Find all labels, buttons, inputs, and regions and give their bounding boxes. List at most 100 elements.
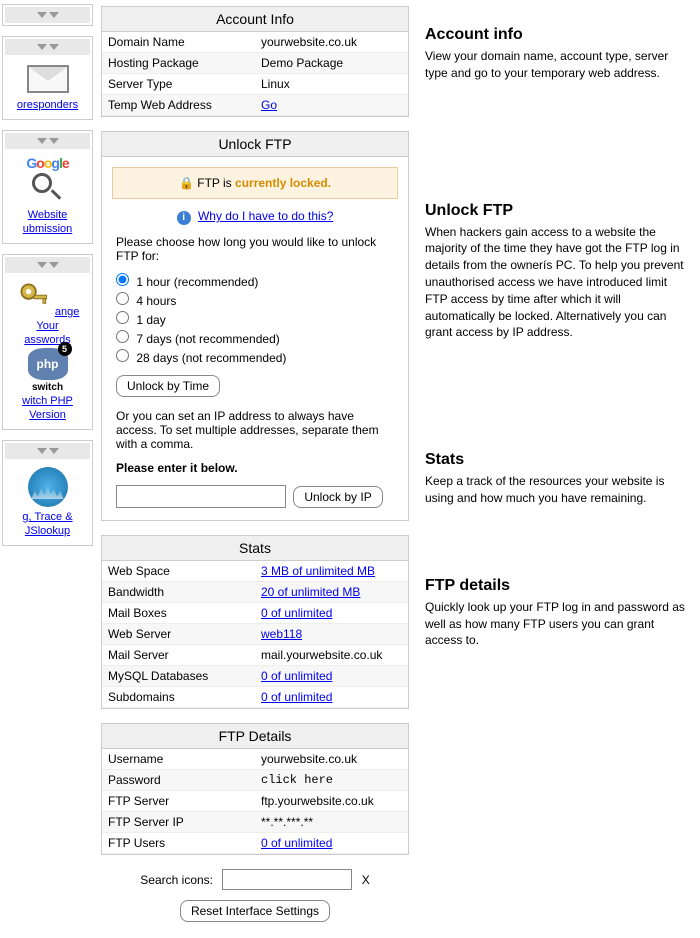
value-link[interactable]: 3 MB of unlimited MB <box>261 564 375 578</box>
ftp-why-row: i Why do I have to do this? <box>102 209 408 225</box>
ip-input[interactable] <box>116 485 286 508</box>
annotation-title: Stats <box>425 451 685 469</box>
value-link[interactable]: 0 of unlimited <box>261 836 332 850</box>
annotations-column: Account info View your domain name, acco… <box>415 0 695 938</box>
sidebar-block: g, Trace &JSlookup <box>2 440 93 546</box>
table-row: MySQL Databases0 of unlimited <box>102 666 408 687</box>
account-info-table: Domain Nameyourwebsite.co.ukHosting Pack… <box>102 32 408 116</box>
duration-option[interactable]: 4 hours <box>116 292 394 308</box>
table-row: Hosting PackageDemo Package <box>102 53 408 74</box>
info-icon: i <box>177 211 191 225</box>
table-row: Web Server web118 <box>102 624 408 645</box>
value-link[interactable]: web118 <box>261 627 302 641</box>
row-value: web118 <box>255 624 408 645</box>
value-link[interactable]: Go <box>261 98 277 112</box>
panel-header: Unlock FTP <box>102 132 408 157</box>
sidebar-link-trace[interactable]: g, Trace &JSlookup <box>22 511 72 537</box>
row-label: Username <box>102 749 255 770</box>
why-link[interactable]: Why do I have to do this? <box>198 209 333 223</box>
ftp-locked-notice: 🔒 FTP is currently locked. <box>112 167 398 199</box>
row-label: FTP Users <box>102 833 255 854</box>
collapse-handle[interactable] <box>5 443 90 459</box>
row-value: ftp.yourwebsite.co.uk <box>255 791 408 812</box>
row-value: mail.yourwebsite.co.uk <box>255 645 408 666</box>
lock-icon: 🔒 <box>179 176 194 190</box>
value-link[interactable]: 0 of unlimited <box>261 690 332 704</box>
row-label: FTP Server IP <box>102 812 255 833</box>
annotation-account: Account info View your domain name, acco… <box>425 26 685 82</box>
annotation-ftp: Unlock FTP When hackers gain access to a… <box>425 202 685 342</box>
row-label: Web Space <box>102 561 255 582</box>
panel-header: Stats <box>102 536 408 561</box>
reset-interface-button[interactable]: Reset Interface Settings <box>180 900 330 922</box>
annotation-body: Quickly look up your FTP log in and pass… <box>425 599 685 649</box>
table-row: Web Space 3 MB of unlimited MB <box>102 561 408 582</box>
table-row: Subdomains0 of unlimited <box>102 687 408 708</box>
chevron-down-icon <box>49 12 59 18</box>
collapse-handle[interactable] <box>5 7 90 23</box>
duration-option[interactable]: 1 day <box>116 311 394 327</box>
search-label: Search icons: <box>140 873 213 887</box>
row-value: yourwebsite.co.uk <box>255 749 408 770</box>
ftp-details-panel: FTP Details Usernameyourwebsite.co.ukPas… <box>101 723 409 855</box>
sidebar-block: oresponders <box>2 36 93 120</box>
switch-label: switch <box>7 382 88 393</box>
search-icons-input[interactable] <box>222 869 352 890</box>
panel-header: Account Info <box>102 7 408 32</box>
unlock-by-ip-button[interactable]: Unlock by IP <box>293 486 382 508</box>
duration-radio[interactable] <box>116 292 129 305</box>
row-value: click here <box>255 770 408 791</box>
ftp-choose-text: Please choose how long you would like to… <box>116 235 394 263</box>
ftp-ip-text: Or you can set an IP address to always h… <box>116 409 394 451</box>
search-row: Search icons: X <box>101 869 409 890</box>
row-label: Mail Server <box>102 645 255 666</box>
stats-table: Web Space 3 MB of unlimited MB Bandwidth20… <box>102 561 408 708</box>
unlock-by-time-button[interactable]: Unlock by Time <box>116 375 220 397</box>
table-row: Bandwidth20 of unlimited MB <box>102 582 408 603</box>
value-link[interactable]: 20 of unlimited MB <box>261 585 360 599</box>
row-label: Server Type <box>102 74 255 95</box>
account-info-panel: Account Info Domain Nameyourwebsite.co.u… <box>101 6 409 117</box>
duration-radio[interactable] <box>116 273 129 286</box>
key-icon <box>16 279 52 315</box>
duration-option[interactable]: 1 hour (recommended) <box>116 273 394 289</box>
row-label: Domain Name <box>102 32 255 53</box>
duration-option[interactable]: 7 days (not recommended) <box>116 330 394 346</box>
annotation-title: Account info <box>425 26 685 44</box>
search-clear[interactable]: X <box>362 873 370 887</box>
value-link[interactable]: 0 of unlimited <box>261 606 332 620</box>
row-label: Web Server <box>102 624 255 645</box>
table-row: Mail Servermail.yourwebsite.co.uk <box>102 645 408 666</box>
unlock-ftp-panel: Unlock FTP 🔒 FTP is currently locked. i … <box>101 131 409 521</box>
row-value: 0 of unlimited <box>255 833 408 854</box>
magnifier-icon <box>30 171 66 207</box>
annotation-title: FTP details <box>425 577 685 595</box>
table-row: Temp Web AddressGo <box>102 95 408 116</box>
row-label: Hosting Package <box>102 53 255 74</box>
row-value: yourwebsite.co.uk <box>255 32 408 53</box>
value-link[interactable]: 0 of unlimited <box>261 669 332 683</box>
duration-option[interactable]: 28 days (not recommended) <box>116 349 394 365</box>
duration-radio[interactable] <box>116 330 129 343</box>
row-value: 3 MB of unlimited MB <box>255 561 408 582</box>
duration-radio[interactable] <box>116 349 129 362</box>
table-row: FTP Server IP**.**.***.** <box>102 812 408 833</box>
collapse-handle[interactable] <box>5 39 90 55</box>
row-label: FTP Server <box>102 791 255 812</box>
row-label: Password <box>102 770 255 791</box>
annotation-body: View your domain name, account type, ser… <box>425 48 685 82</box>
sidebar-link-autoresponders[interactable]: oresponders <box>17 99 78 111</box>
sidebar-block: Google Websiteubmission <box>2 130 93 244</box>
collapse-handle[interactable] <box>5 133 90 149</box>
sidebar-link-switch-php[interactable]: witch PHPVersion <box>22 395 73 421</box>
duration-radio[interactable] <box>116 311 129 324</box>
annotation-body: Keep a track of the resources your websi… <box>425 473 685 507</box>
table-row: FTP Users 0 of unlimited <box>102 833 408 854</box>
collapse-handle[interactable] <box>5 257 90 273</box>
ftp-status: currently locked. <box>235 176 331 190</box>
annotation-stats: Stats Keep a track of the resources your… <box>425 451 685 507</box>
annotation-ftpd: FTP details Quickly look up your FTP log… <box>425 577 685 649</box>
sidebar-link-website-submission[interactable]: Websiteubmission <box>23 209 73 235</box>
mail-icon <box>27 65 69 93</box>
sidebar-block: ange Yourasswords php5 switch witch PHPV… <box>2 254 93 430</box>
